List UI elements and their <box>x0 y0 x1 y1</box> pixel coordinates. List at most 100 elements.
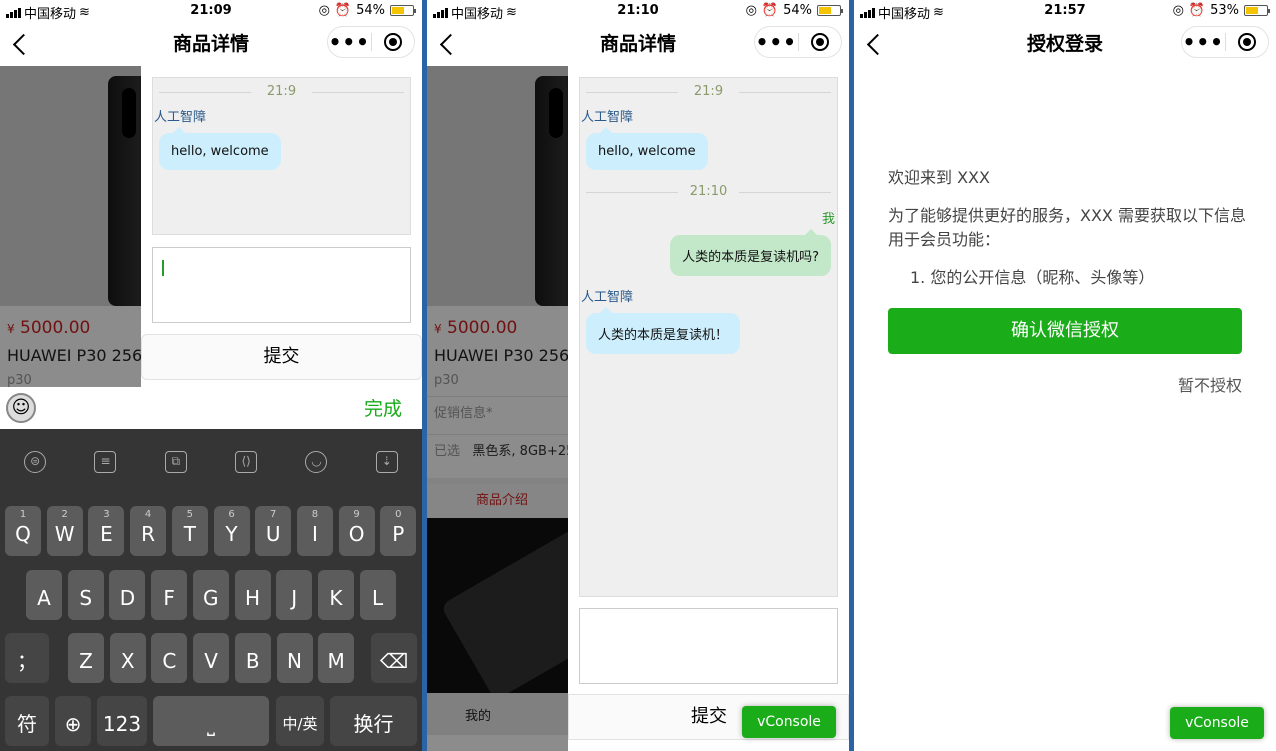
emoji-icon[interactable]: ☺ <box>6 393 36 423</box>
clipboard-icon[interactable]: ≡ <box>94 451 117 473</box>
timestamp: 21:9 <box>580 80 837 104</box>
confirm-auth-button[interactable]: 确认微信授权 <box>888 308 1242 354</box>
key-o[interactable]: 9O <box>338 506 375 556</box>
status-bar: 中国移动 ≋ 21:10 ◎ ⏰ 54% <box>427 0 849 22</box>
key-x[interactable]: X <box>109 633 146 683</box>
globe-key[interactable]: ⊕ <box>55 696 91 746</box>
close-program-icon[interactable] <box>799 33 842 51</box>
lock-rotation-icon: ◎ <box>318 3 330 18</box>
alarm-icon: ⏰ <box>761 3 779 18</box>
phone-screen-2: 中国移动 ≋ 21:10 ◎ ⏰ 54% 商品详情 ••• ¥ 5000.00 HUA… <box>427 0 849 751</box>
bot-message-bubble: 人类的本质是复读机！ <box>586 307 741 354</box>
key-r[interactable]: 4R <box>130 506 167 556</box>
symbol-key[interactable]: 符 <box>5 696 49 746</box>
vconsole-button[interactable]: vConsole <box>742 706 836 738</box>
key-v[interactable]: V <box>193 633 230 683</box>
key-j[interactable]: J <box>276 570 313 620</box>
key-f[interactable]: F <box>151 570 188 620</box>
alarm-icon: ⏰ <box>1188 3 1206 18</box>
auth-permission-item: 1. 您的公开信息（昵称、头像等） <box>910 268 1155 287</box>
mini-program-capsule: ••• <box>754 26 842 58</box>
auth-welcome: 欢迎来到 XXX <box>888 168 990 187</box>
chat-panel: 21:9 人工智障 hello, welcome 21:10 我 人类的本质是复… <box>568 66 849 751</box>
sender-name: 人工智障 <box>581 110 634 125</box>
status-bar: 中国移动 ≋ 21:09 ◎ ⏰ 54% <box>0 0 422 22</box>
key-k[interactable]: K <box>317 570 354 620</box>
space-key[interactable]: ⎵ <box>153 696 269 746</box>
mini-program-capsule: ••• <box>1181 26 1269 58</box>
language-switch-key[interactable]: 中/英 <box>276 696 324 746</box>
bot-message-bubble: hello, welcome <box>586 127 708 170</box>
key-a[interactable]: A <box>26 570 62 620</box>
phone-screen-3: 中国移动 ≋ 21:57 ◎ ⏰ 53% 授权登录 ••• 欢迎来到 XXX 为了能够… <box>854 0 1276 751</box>
cursor-move-icon[interactable]: ⟨⟩ <box>235 451 258 473</box>
key-w[interactable]: 2W <box>46 506 83 556</box>
more-menu-icon[interactable]: ••• <box>328 32 371 52</box>
key-semicolon[interactable]: ； <box>5 633 49 683</box>
overlay-mask <box>427 66 577 751</box>
keyboard-toolbar: ⊜ ≡ ⧉ ⟨⟩ ◡ ⇣ <box>0 429 422 495</box>
user-message-bubble: 人类的本质是复读机吗? <box>670 229 831 276</box>
timestamp: 21:9 <box>153 80 410 104</box>
key-b[interactable]: B <box>234 633 271 683</box>
alarm-icon: ⏰ <box>334 3 352 18</box>
key-i[interactable]: 8I <box>296 506 333 556</box>
mini-program-capsule: ••• <box>327 26 415 58</box>
key-l[interactable]: L <box>359 570 396 620</box>
backspace-icon: ⌫ <box>379 649 409 673</box>
text-cursor <box>162 260 164 276</box>
close-program-icon[interactable] <box>1226 33 1269 51</box>
key-n[interactable]: N <box>276 633 313 683</box>
key-d[interactable]: D <box>109 570 146 620</box>
key-h[interactable]: H <box>234 570 271 620</box>
status-bar: 中国移动 ≋ 21:57 ◎ ⏰ 53% <box>854 0 1276 22</box>
nav-bar: 授权登录 ••• <box>854 22 1276 66</box>
battery-icon <box>390 5 416 16</box>
key-s[interactable]: S <box>67 570 104 620</box>
key-q[interactable]: 1Q <box>5 506 41 556</box>
numbers-key[interactable]: 123 <box>97 696 147 746</box>
key-z[interactable]: Z <box>68 633 104 683</box>
key-u[interactable]: 7U <box>255 506 292 556</box>
timestamp: 21:10 <box>580 180 837 204</box>
self-name: 我 <box>821 212 835 227</box>
key-t[interactable]: 5T <box>171 506 208 556</box>
keyboard-accessory-bar: ☺ 完成 <box>0 387 422 429</box>
close-program-icon[interactable] <box>372 33 415 51</box>
copy-icon[interactable]: ⧉ <box>164 451 187 473</box>
skip-auth-link[interactable]: 暂不授权 <box>888 372 1248 396</box>
bot-message-bubble: hello, welcome <box>159 127 281 170</box>
more-menu-icon[interactable]: ••• <box>755 32 798 52</box>
collapse-keyboard-icon[interactable]: ⇣ <box>375 451 398 473</box>
key-e[interactable]: 3E <box>88 506 125 556</box>
lock-rotation-icon: ◎ <box>745 3 757 18</box>
globe-icon: ⊕ <box>64 712 82 736</box>
battery-percent: 54% <box>783 3 812 18</box>
key-p[interactable]: 0P <box>380 506 417 556</box>
enter-key[interactable]: 换行 <box>330 696 417 746</box>
battery-percent: 54% <box>356 3 385 18</box>
space-icon: ⎵ <box>207 712 215 736</box>
key-y[interactable]: 6Y <box>213 506 250 556</box>
submit-button[interactable]: 提交 <box>141 334 422 380</box>
nav-bar: 商品详情 ••• <box>427 22 849 66</box>
key-c[interactable]: C <box>151 633 188 683</box>
message-input[interactable] <box>579 608 838 684</box>
battery-percent: 53% <box>1210 3 1239 18</box>
message-list: 21:9 人工智障 hello, welcome 21:10 我 人类的本质是复… <box>579 77 838 597</box>
ime-logo-icon[interactable]: ⊜ <box>24 451 47 473</box>
backspace-key[interactable]: ⌫ <box>371 633 417 683</box>
sender-name: 人工智障 <box>581 290 634 305</box>
emoticon-icon[interactable]: ◡ <box>305 451 328 473</box>
keyboard: ⊜ ≡ ⧉ ⟨⟩ ◡ ⇣ 1Q2W3E4R5T6Y7U8I9O0P ASDFGHJ… <box>0 429 422 751</box>
key-m[interactable]: M <box>318 633 355 683</box>
auth-description: 为了能够提供更好的服务，XXX 需要获取以下信息用于会员功能： <box>888 206 1246 249</box>
lock-rotation-icon: ◎ <box>1172 3 1184 18</box>
message-input[interactable] <box>152 247 411 323</box>
key-g[interactable]: G <box>192 570 229 620</box>
done-button[interactable]: 完成 <box>364 394 402 421</box>
vconsole-button[interactable]: vConsole <box>1170 707 1264 739</box>
battery-icon <box>817 5 843 16</box>
more-menu-icon[interactable]: ••• <box>1182 32 1225 52</box>
phone-screen-1: 中国移动 ≋ 21:09 ◎ ⏰ 54% 商品详情 ••• ¥ 5000.00 HUA… <box>0 0 422 751</box>
